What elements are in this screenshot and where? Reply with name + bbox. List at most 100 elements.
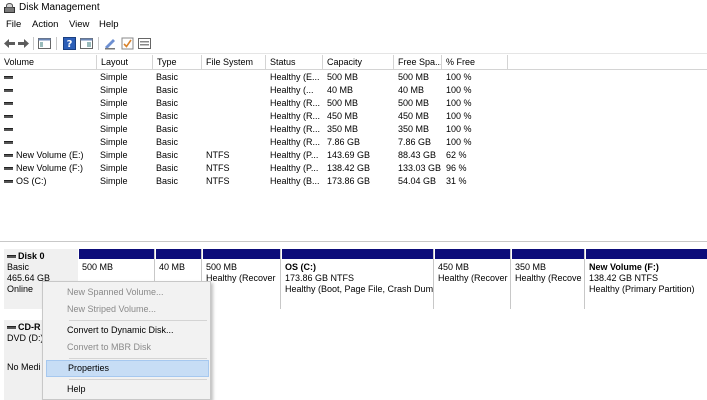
volume-type: Basic [156, 111, 179, 121]
volume-capacity: 500 MB [327, 72, 359, 82]
volume-layout: Simple [100, 85, 128, 95]
back-icon[interactable] [3, 37, 16, 50]
volume-name [16, 84, 96, 96]
forward-icon[interactable] [17, 37, 30, 50]
column-header-file-system[interactable]: File System [202, 55, 266, 70]
volume-row[interactable]: Simple Basic Healthy (R... 350 MB 350 MB… [0, 123, 707, 135]
partition-bar [282, 249, 433, 259]
menu-help-item[interactable]: Help [46, 381, 209, 398]
volume-status: Healthy (P... [270, 163, 319, 173]
partition-block[interactable]: New Volume (F:) 138.42 GB NTFS Healthy (… [585, 249, 707, 309]
column-header-volume[interactable]: Volume [0, 55, 97, 70]
volume-name: New Volume (E:) [16, 150, 84, 160]
volume-percent-free: 100 % [446, 98, 472, 108]
toolbar-separator [56, 37, 57, 50]
volume-name: New Volume (F:) [16, 163, 84, 173]
volume-capacity: 138.42 GB [327, 163, 371, 173]
partition-size: 173.86 GB NTFS [285, 273, 355, 283]
menu-file[interactable]: File [6, 19, 21, 30]
toolbar-separator [98, 37, 99, 50]
menu-bar: File Action View Help [0, 17, 707, 32]
volume-capacity: 500 MB [327, 98, 359, 108]
console-tree-icon[interactable] [38, 37, 51, 50]
partition-name: New Volume (F:) [589, 262, 659, 272]
volume-percent-free: 62 % [446, 150, 467, 160]
volume-capacity: 7.86 GB [327, 137, 361, 147]
column-header-empty [508, 55, 707, 70]
menu-new-spanned-volume[interactable]: New Spanned Volume... [46, 284, 209, 301]
volume-layout: Simple [100, 98, 128, 108]
volume-row[interactable]: Simple Basic Healthy (E... 500 MB 500 MB… [0, 71, 707, 83]
partition-block[interactable]: 350 MB Healthy (Recove [511, 249, 585, 309]
context-menu: New Spanned Volume... New Striped Volume… [42, 281, 211, 400]
column-header-layout[interactable]: Layout [97, 55, 153, 70]
rescan-disk-icon[interactable] [104, 37, 117, 50]
volume-status: Healthy (R... [270, 124, 321, 134]
help-icon[interactable]: ? [63, 37, 76, 50]
volume-row[interactable]: Simple Basic Healthy (... 40 MB 40 MB 10… [0, 84, 707, 96]
volume-type: Basic [156, 85, 179, 95]
volume-type: Basic [156, 150, 179, 160]
volume-row[interactable]: Simple Basic Healthy (R... 500 MB 500 MB… [0, 97, 707, 109]
volume-type: Basic [156, 163, 179, 173]
volume-type: Basic [156, 72, 179, 82]
disk-icon [7, 255, 16, 258]
partition-bar [512, 249, 584, 259]
volume-type: Basic [156, 98, 179, 108]
volume-capacity: 40 MB [327, 85, 354, 95]
menu-help[interactable]: Help [99, 19, 119, 30]
partition-status: Healthy (Primary Partition) [589, 284, 695, 294]
menu-new-striped-volume[interactable]: New Striped Volume... [46, 301, 209, 318]
properties-pane-icon[interactable] [80, 37, 93, 50]
svg-text:?: ? [67, 39, 73, 50]
partition-block[interactable]: 500 MB Healthy (Recover [202, 249, 281, 309]
volume-name [16, 97, 96, 109]
volume-list: Volume Layout Type File System Status Ca… [0, 55, 707, 242]
volume-row[interactable]: New Volume (F:) Simple Basic NTFS Health… [0, 162, 707, 174]
partition-block[interactable]: 450 MB Healthy (Recover [434, 249, 511, 309]
volume-percent-free: 100 % [446, 124, 472, 134]
partition-size: 500 MB [206, 262, 238, 272]
volume-free-space: 450 MB [398, 111, 430, 121]
volume-percent-free: 100 % [446, 111, 472, 121]
drive-icon [4, 141, 13, 144]
title-bar: Disk Management [0, 0, 707, 17]
menu-convert-to-mbr-disk[interactable]: Convert to MBR Disk [46, 339, 209, 356]
volume-type: Basic [156, 137, 179, 147]
menu-action[interactable]: Action [32, 19, 58, 30]
disk-name: Disk 0 [18, 251, 45, 261]
volume-row[interactable]: New Volume (E:) Simple Basic NTFS Health… [0, 149, 707, 161]
column-header-status[interactable]: Status [266, 55, 323, 70]
settings-pane-icon[interactable] [138, 37, 151, 50]
cdrom-name: CD-R [18, 322, 41, 332]
volume-free-space: 7.86 GB [398, 137, 432, 147]
volume-row[interactable]: Simple Basic Healthy (R... 7.86 GB 7.86 … [0, 136, 707, 148]
volume-free-space: 54.04 GB [398, 176, 437, 186]
volume-percent-free: 96 % [446, 163, 467, 173]
column-header-type[interactable]: Type [153, 55, 202, 70]
disk-type: Basic [7, 262, 30, 272]
volume-status: Healthy (R... [270, 137, 321, 147]
menu-convert-to-dynamic-disk[interactable]: Convert to Dynamic Disk... [46, 322, 209, 339]
volume-filesystem: NTFS [206, 163, 230, 173]
partition-block[interactable]: OS (C:) 173.86 GB NTFS Healthy (Boot, Pa… [281, 249, 434, 309]
menu-view[interactable]: View [69, 19, 89, 30]
volume-layout: Simple [100, 163, 128, 173]
check-icon[interactable] [121, 37, 134, 50]
column-header-capacity[interactable]: Capacity [323, 55, 394, 70]
volume-percent-free: 100 % [446, 72, 472, 82]
column-header-free-space[interactable]: Free Spa... [394, 55, 442, 70]
partition-bar [79, 249, 154, 259]
partition-size: 40 MB [159, 262, 186, 272]
drive-icon [4, 167, 13, 170]
volume-filesystem: NTFS [206, 176, 230, 186]
volume-status: Healthy (E... [270, 72, 320, 82]
volume-free-space: 350 MB [398, 124, 430, 134]
column-header-percent-free[interactable]: % Free [442, 55, 508, 70]
partition-bar [586, 249, 707, 259]
cdrom-icon [7, 326, 16, 329]
volume-row[interactable]: OS (C:) Simple Basic NTFS Healthy (B... … [0, 175, 707, 187]
volume-row[interactable]: Simple Basic Healthy (R... 450 MB 450 MB… [0, 110, 707, 122]
volume-layout: Simple [100, 72, 128, 82]
menu-properties[interactable]: Properties [46, 360, 209, 377]
